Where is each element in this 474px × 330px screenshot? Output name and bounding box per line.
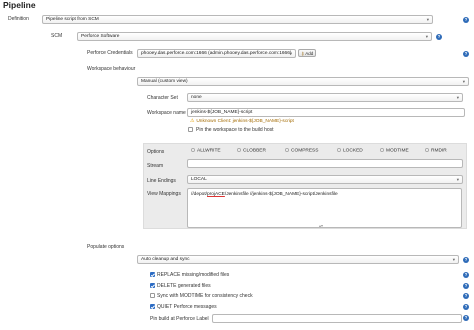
stream-input[interactable] <box>187 159 463 168</box>
chevron-down-icon: ▾ <box>456 177 459 182</box>
definition-label: Definition <box>8 16 29 22</box>
help-icon[interactable]: ? <box>463 283 469 289</box>
line-endings-label: Line Endings <box>147 178 176 184</box>
option-locked[interactable]: LOCKED <box>337 148 363 153</box>
chevron-down-icon: ▾ <box>462 79 465 84</box>
quiet-label: QUIET Perforce messages <box>157 304 217 310</box>
help-icon[interactable]: ? <box>463 315 469 321</box>
option-checkbox[interactable] <box>425 148 429 152</box>
workspace-type-select[interactable]: Manual (custom view) ▾ <box>137 77 469 86</box>
workspace-name-label: Workspace name <box>147 110 186 116</box>
workspace-type-value: Manual (custom view) <box>141 79 188 84</box>
option-compress[interactable]: COMPRESS <box>285 148 318 153</box>
quiet-checkbox[interactable] <box>150 304 155 309</box>
option-allwrite[interactable]: ALLWRITE <box>191 148 221 153</box>
help-icon[interactable]: ? <box>463 272 469 278</box>
populate-value: Auto cleanup and sync <box>141 257 190 262</box>
charset-select[interactable]: none ▾ <box>187 93 463 102</box>
option-checkbox[interactable] <box>191 148 195 152</box>
line-endings-value: LOCAL <box>191 177 207 182</box>
credentials-select[interactable]: phooey.das.perforce.com:1666 (admin.phoo… <box>137 49 296 58</box>
populate-options-label: Populate options <box>87 244 125 250</box>
stream-label: Stream <box>147 163 164 169</box>
option-modtime[interactable]: MODTIME <box>380 148 409 153</box>
populate-select[interactable]: Auto cleanup and sync ▾ <box>137 255 459 264</box>
option-rmdir[interactable]: RMDIR <box>425 148 447 153</box>
chevron-down-icon: ▾ <box>426 17 429 22</box>
pin-build-label: Pin build at Perforce Label <box>150 316 209 322</box>
delete-label: DELETE generated files <box>157 283 211 289</box>
help-icon[interactable]: ? <box>463 257 469 263</box>
view-mappings-textarea[interactable]: //depot/projACE/Jenkinsfile //jenkins-${… <box>187 188 462 228</box>
definition-select[interactable]: Pipeline script from SCM ▾ <box>42 15 433 24</box>
view-mappings-misspelled: projACE <box>207 192 225 197</box>
option-checkbox[interactable] <box>237 148 241 152</box>
add-credentials-button[interactable]: ⚷Add <box>298 49 317 57</box>
resize-handle-icon[interactable]: ▴▾ <box>319 223 323 228</box>
warning-icon: ⚠ <box>190 119 195 124</box>
definition-value: Pipeline script from SCM <box>46 17 99 22</box>
view-mappings-label: View Mappings <box>147 191 181 197</box>
scm-value: Perforce Software <box>81 34 120 39</box>
option-checkbox[interactable] <box>285 148 289 152</box>
key-icon: ⚷ <box>301 51 305 56</box>
sync-modtime-checkbox[interactable] <box>150 293 155 298</box>
chevron-down-icon: ▾ <box>425 34 428 39</box>
options-label: Options <box>147 149 165 155</box>
scm-label: SCM <box>51 33 63 39</box>
help-icon[interactable]: ? <box>436 34 442 40</box>
pin-workspace-label: Pin the workspace to the build host <box>196 127 274 133</box>
sync-modtime-label: Sync with MODTIME for consistency check <box>157 293 253 299</box>
help-icon[interactable]: ? <box>463 17 469 23</box>
line-endings-select[interactable]: LOCAL ▾ <box>187 175 463 184</box>
delete-checkbox[interactable] <box>150 283 155 288</box>
replace-checkbox[interactable] <box>150 272 155 277</box>
charset-value: none <box>191 95 202 100</box>
pin-build-input[interactable] <box>212 314 462 323</box>
workspace-name-input[interactable]: jenkins-${JOB_NAME}-script <box>187 108 465 117</box>
add-label: Add <box>305 51 314 56</box>
chevron-down-icon: ▾ <box>456 95 459 100</box>
pin-workspace-checkbox[interactable] <box>188 127 193 132</box>
replace-label: REPLACE missing/modified files <box>157 272 230 278</box>
workspace-behaviour-label: Workspace behaviour <box>87 66 136 72</box>
page-title: Pipeline <box>3 0 36 10</box>
credentials-label: Perforce Credentials <box>87 50 133 56</box>
scm-select[interactable]: Perforce Software ▾ <box>77 32 432 41</box>
option-checkbox[interactable] <box>337 148 341 152</box>
workspace-warning: ⚠ Unknown Client: jenkins-${JOB_NAME}-scr… <box>190 119 294 124</box>
option-clobber[interactable]: CLOBBER <box>237 148 266 153</box>
option-checkbox[interactable] <box>380 148 384 152</box>
chevron-down-icon: ▾ <box>452 257 455 262</box>
chevron-down-icon: ▾ <box>289 51 292 56</box>
charset-label: Character Set <box>147 95 178 101</box>
credentials-value: phooey.das.perforce.com:1666 (admin.phoo… <box>141 51 292 56</box>
help-icon[interactable]: ? <box>463 304 469 310</box>
workspace-warning-text: Unknown Client: jenkins-${JOB_NAME}-scri… <box>196 119 294 124</box>
help-icon[interactable]: ? <box>463 293 469 299</box>
help-icon[interactable]: ? <box>463 51 469 57</box>
